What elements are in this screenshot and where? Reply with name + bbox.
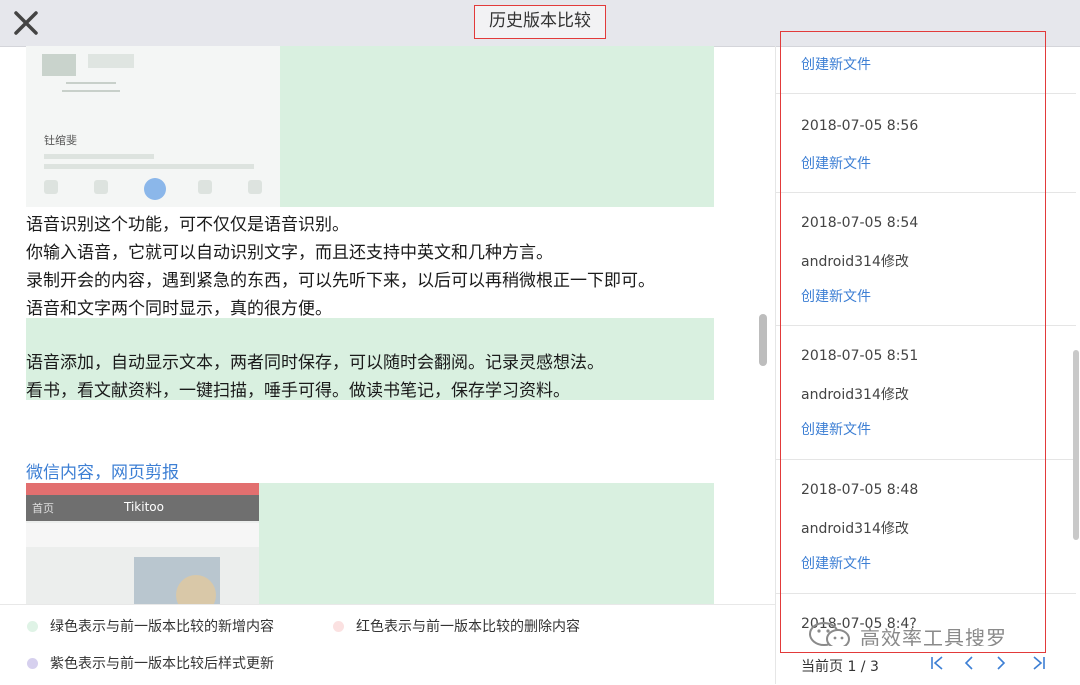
paragraph: 你输入语音，它就可以自动识别文字，而且还支持中英文和几种方言。 — [26, 243, 553, 263]
history-entry[interactable]: 创建新文件 — [776, 46, 1076, 94]
next-page-icon[interactable] — [990, 652, 1012, 674]
entry-date: 2018-07-05 8:54 — [801, 215, 919, 231]
content-scrollbar[interactable] — [759, 314, 767, 366]
entry-date: 2018-07-05 8:56 — [801, 118, 919, 134]
history-entry[interactable]: 2018-07-05 8:48 android314修改 创建新文件 — [776, 460, 1076, 594]
thumbnail-name: 钍绾斐 — [44, 134, 77, 147]
close-icon[interactable] — [8, 5, 44, 41]
legend: 绿色表示与前一版本比较的新增内容 红色表示与前一版本比较的删除内容 紫色表示与前… — [0, 604, 775, 685]
history-scrollbar[interactable] — [1073, 350, 1079, 540]
last-page-icon[interactable] — [1028, 652, 1050, 674]
paragraph: 录制开会的内容，遇到紧急的东西，可以先听下来，以后可以再稍微根正一下即可。 — [26, 271, 655, 291]
thumbnail-image: 首页 Tikitoo — [26, 483, 259, 604]
added-paragraph: 看书，看文献资料，一键扫描，唾手可得。做读书笔记，保存学习资料。 — [26, 381, 570, 401]
paragraph: 语音识别这个功能，可不仅仅是语音识别。 — [26, 215, 349, 235]
paragraph: 语音和文字两个同时显示，真的很方便。 — [26, 299, 332, 319]
section-title: 微信内容，网页剪报 — [26, 463, 179, 483]
history-panel: 创建新文件 2018-07-05 8:56 创建新文件 2018-07-05 8… — [776, 46, 1080, 646]
legend-green: 绿色表示与前一版本比较的新增内容 — [50, 619, 274, 635]
history-entry[interactable]: 2018-07-05 8:54 android314修改 创建新文件 — [776, 193, 1076, 326]
thumbnail-back: 首页 — [32, 502, 54, 515]
create-file-link[interactable]: 创建新文件 — [801, 419, 871, 439]
entry-user: android314修改 — [801, 521, 909, 537]
entry-date: 2018-07-05 8:48 — [801, 482, 919, 498]
pagination: 当前页 1 / 3 — [776, 646, 1080, 684]
create-file-link[interactable]: 创建新文件 — [801, 153, 871, 173]
legend-purple: 紫色表示与前一版本比较后样式更新 — [50, 656, 274, 672]
entry-user: android314修改 — [801, 387, 909, 403]
red-dot-icon — [333, 621, 344, 632]
page-title: 历史版本比较 — [474, 5, 606, 39]
added-paragraph: 语音添加，自动显示文本，两者同时保存，可以随时会翻阅。记录灵感想法。 — [26, 353, 604, 373]
create-file-link[interactable]: 创建新文件 — [801, 54, 871, 74]
history-entry[interactable]: 2018-07-05 8:56 创建新文件 — [776, 94, 1076, 193]
prev-page-icon[interactable] — [958, 652, 980, 674]
thumbnail-title: Tikitoo — [124, 500, 164, 514]
purple-dot-icon — [27, 658, 38, 669]
entry-date: 2018-07-05 8:51 — [801, 348, 919, 364]
top-bar: 历史版本比较 — [0, 0, 1080, 47]
added-highlight — [259, 483, 714, 604]
added-highlight — [280, 46, 714, 207]
create-file-link[interactable]: 创建新文件 — [801, 553, 871, 573]
legend-red: 红色表示与前一版本比较的删除内容 — [356, 619, 580, 635]
entry-user: android314修改 — [801, 254, 909, 270]
history-entry[interactable]: 2018-07-05 8:51 android314修改 创建新文件 — [776, 326, 1076, 460]
page-info: 当前页 1 / 3 — [801, 659, 879, 675]
thumbnail-image: 钍绾斐 — [26, 46, 280, 207]
create-file-link[interactable]: 创建新文件 — [801, 286, 871, 306]
first-page-icon[interactable] — [926, 652, 948, 674]
green-dot-icon — [27, 621, 38, 632]
version-content: 钍绾斐 语音识别这个功能，可不仅仅是语音识别。 你输入语音，它就可以自动识别文字… — [0, 46, 775, 604]
